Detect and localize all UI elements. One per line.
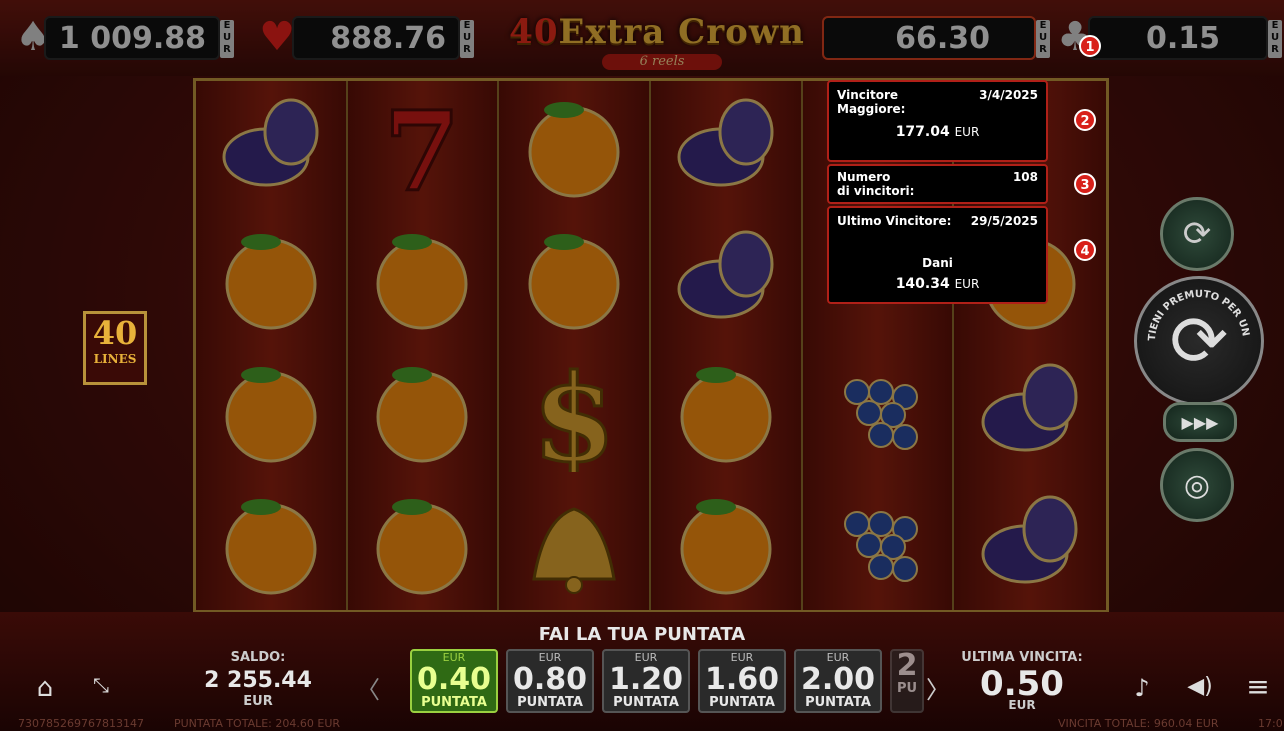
menu-icon[interactable]: ≡ <box>1240 670 1276 703</box>
plum-symbol <box>651 81 801 213</box>
plum-symbol <box>954 346 1106 478</box>
grapes-symbol <box>803 346 953 478</box>
plum-symbol <box>196 81 346 213</box>
last-amount: 140.34 EUR <box>895 276 980 292</box>
orange-symbol <box>348 478 498 610</box>
biggest-date: 3/4/2025 <box>979 88 1038 102</box>
orange-symbol <box>196 478 346 610</box>
balance-value: 2 255.44 <box>204 668 312 693</box>
biggest-winner-panel: Vincitore Maggiore: 3/4/2025 177.04 EUR <box>827 80 1048 162</box>
last-date: 29/5/2025 <box>970 214 1038 228</box>
spin-button[interactable]: ⟳ TIENI PREMUTO PER UN TURBO SPIN <box>1134 276 1264 406</box>
replay-icon: ⟳ <box>1182 214 1212 254</box>
home-icon[interactable]: ⌂ <box>30 673 60 703</box>
dollar-symbol: $ <box>499 346 649 478</box>
jackpot-club[interactable]: 0.15 EUR <box>1088 16 1282 60</box>
lines-indicator: 40 LINES <box>83 311 147 385</box>
seven-symbol: 7 <box>348 81 498 213</box>
fast-forward-icon: ▶▶▶ <box>1181 412 1219 432</box>
orange-symbol <box>651 346 801 478</box>
game-logo: 40Extra Crown 6 reels <box>502 12 812 72</box>
currency-tag: EUR <box>1036 20 1050 58</box>
reel: 7 <box>347 81 500 610</box>
bet-prev-icon[interactable]: 〈 <box>356 670 380 705</box>
annotation-marker: 3 <box>1074 173 1096 195</box>
jackpot-heart[interactable]: 888.76 EUR <box>292 16 474 60</box>
sound-icon[interactable]: ◀) <box>1186 674 1214 699</box>
plum-symbol <box>954 478 1106 610</box>
place-bet-label: FAI LA TUA PUNTATA <box>538 624 746 645</box>
balance-label: SALDO: <box>230 650 286 665</box>
logo-subtitle: 6 reels <box>602 54 722 70</box>
plum-symbol <box>651 213 801 345</box>
turbo-hint-text: TIENI PREMUTO PER UN TURBO SPIN <box>1137 279 1251 341</box>
bell-symbol <box>499 478 649 610</box>
lines-label: LINES <box>93 352 137 366</box>
currency-tag: EUR <box>1268 20 1282 58</box>
svg-text:7: 7 <box>384 92 461 202</box>
bet-option[interactable]: 2 PU <box>890 649 924 713</box>
exit-fullscreen-icon[interactable]: ⤡ <box>86 673 116 697</box>
bet-option[interactable]: EUR 1.20 PUNTATA <box>602 649 690 713</box>
logo-title: Extra Crown <box>558 12 805 52</box>
grapes-symbol <box>803 478 953 610</box>
orange-symbol <box>348 213 498 345</box>
count-label: Numero di vincitori: <box>837 170 915 198</box>
annotation-marker: 1 <box>1079 35 1101 57</box>
biggest-amount: 177.04 EUR <box>895 124 980 140</box>
jackpot-value: 1 009.88 <box>58 20 206 56</box>
bet-option[interactable]: EUR 0.40 PUNTATA <box>410 649 498 713</box>
currency-tag: EUR <box>460 20 474 58</box>
currency-tag: EUR <box>220 20 234 58</box>
total-bet: PUNTATA TOTALE: 204.60 EUR <box>174 717 341 730</box>
last-label: Ultimo Vincitore: <box>837 214 952 228</box>
clock: 17:0 <box>1258 717 1283 730</box>
jackpot-spade[interactable]: 1 009.88 EUR <box>44 16 234 60</box>
orange-symbol <box>348 346 498 478</box>
orange-symbol <box>499 213 649 345</box>
bet-option[interactable]: EUR 0.80 PUNTATA <box>506 649 594 713</box>
orange-symbol <box>651 478 801 610</box>
last-win-label: ULTIMA VINCITA: <box>961 650 1083 665</box>
turbo-button[interactable]: ▶▶▶ <box>1163 402 1237 442</box>
music-icon[interactable]: ♪ <box>1132 674 1152 702</box>
orange-symbol <box>196 346 346 478</box>
orange-symbol <box>196 213 346 345</box>
last-winner-panel: Ultimo Vincitore: 29/5/2025 Dani 140.34 E… <box>827 206 1048 304</box>
bet-next-icon[interactable]: 〉 <box>926 670 950 705</box>
lines-number: 40 <box>92 314 138 352</box>
last-win-currency: EUR <box>1008 698 1036 712</box>
round-id: 730785269767813147 <box>18 717 144 730</box>
svg-text:TIENI PREMUTO PER UN TURBO SPI: TIENI PREMUTO PER UN TURBO SPIN <box>1137 279 1251 341</box>
logo-number: 40 <box>509 12 559 52</box>
svg-text:$: $ <box>532 352 616 472</box>
reel <box>196 81 348 610</box>
jackpot-value: 0.15 <box>1145 20 1220 56</box>
jackpot-value: 888.76 <box>330 20 446 56</box>
total-win: VINCITA TOTALE: 960.04 EUR <box>1058 717 1219 730</box>
count-value: 108 <box>1012 170 1038 184</box>
bet-option[interactable]: EUR 2.00 PUNTATA <box>794 649 882 713</box>
coins-icon: ◎ <box>1183 467 1211 503</box>
annotation-marker: 2 <box>1074 109 1096 131</box>
annotation-marker: 4 <box>1074 239 1096 261</box>
reel: $ <box>499 81 651 610</box>
winner-count-panel: Numero di vincitori: 108 <box>827 164 1048 204</box>
bet-settings-button[interactable]: ◎ <box>1160 448 1234 522</box>
reel <box>651 81 803 610</box>
autoplay-button[interactable]: ⟳ <box>1160 197 1234 271</box>
jackpot-value: 66.30 <box>895 20 990 56</box>
jackpot-diamond[interactable]: 66.30 EUR <box>822 16 1050 60</box>
orange-symbol <box>499 81 649 213</box>
last-winner-name: Dani <box>922 256 953 270</box>
bet-option[interactable]: EUR 1.60 PUNTATA <box>698 649 786 713</box>
biggest-label: Vincitore Maggiore: <box>837 88 906 116</box>
balance-currency: EUR <box>243 694 273 709</box>
